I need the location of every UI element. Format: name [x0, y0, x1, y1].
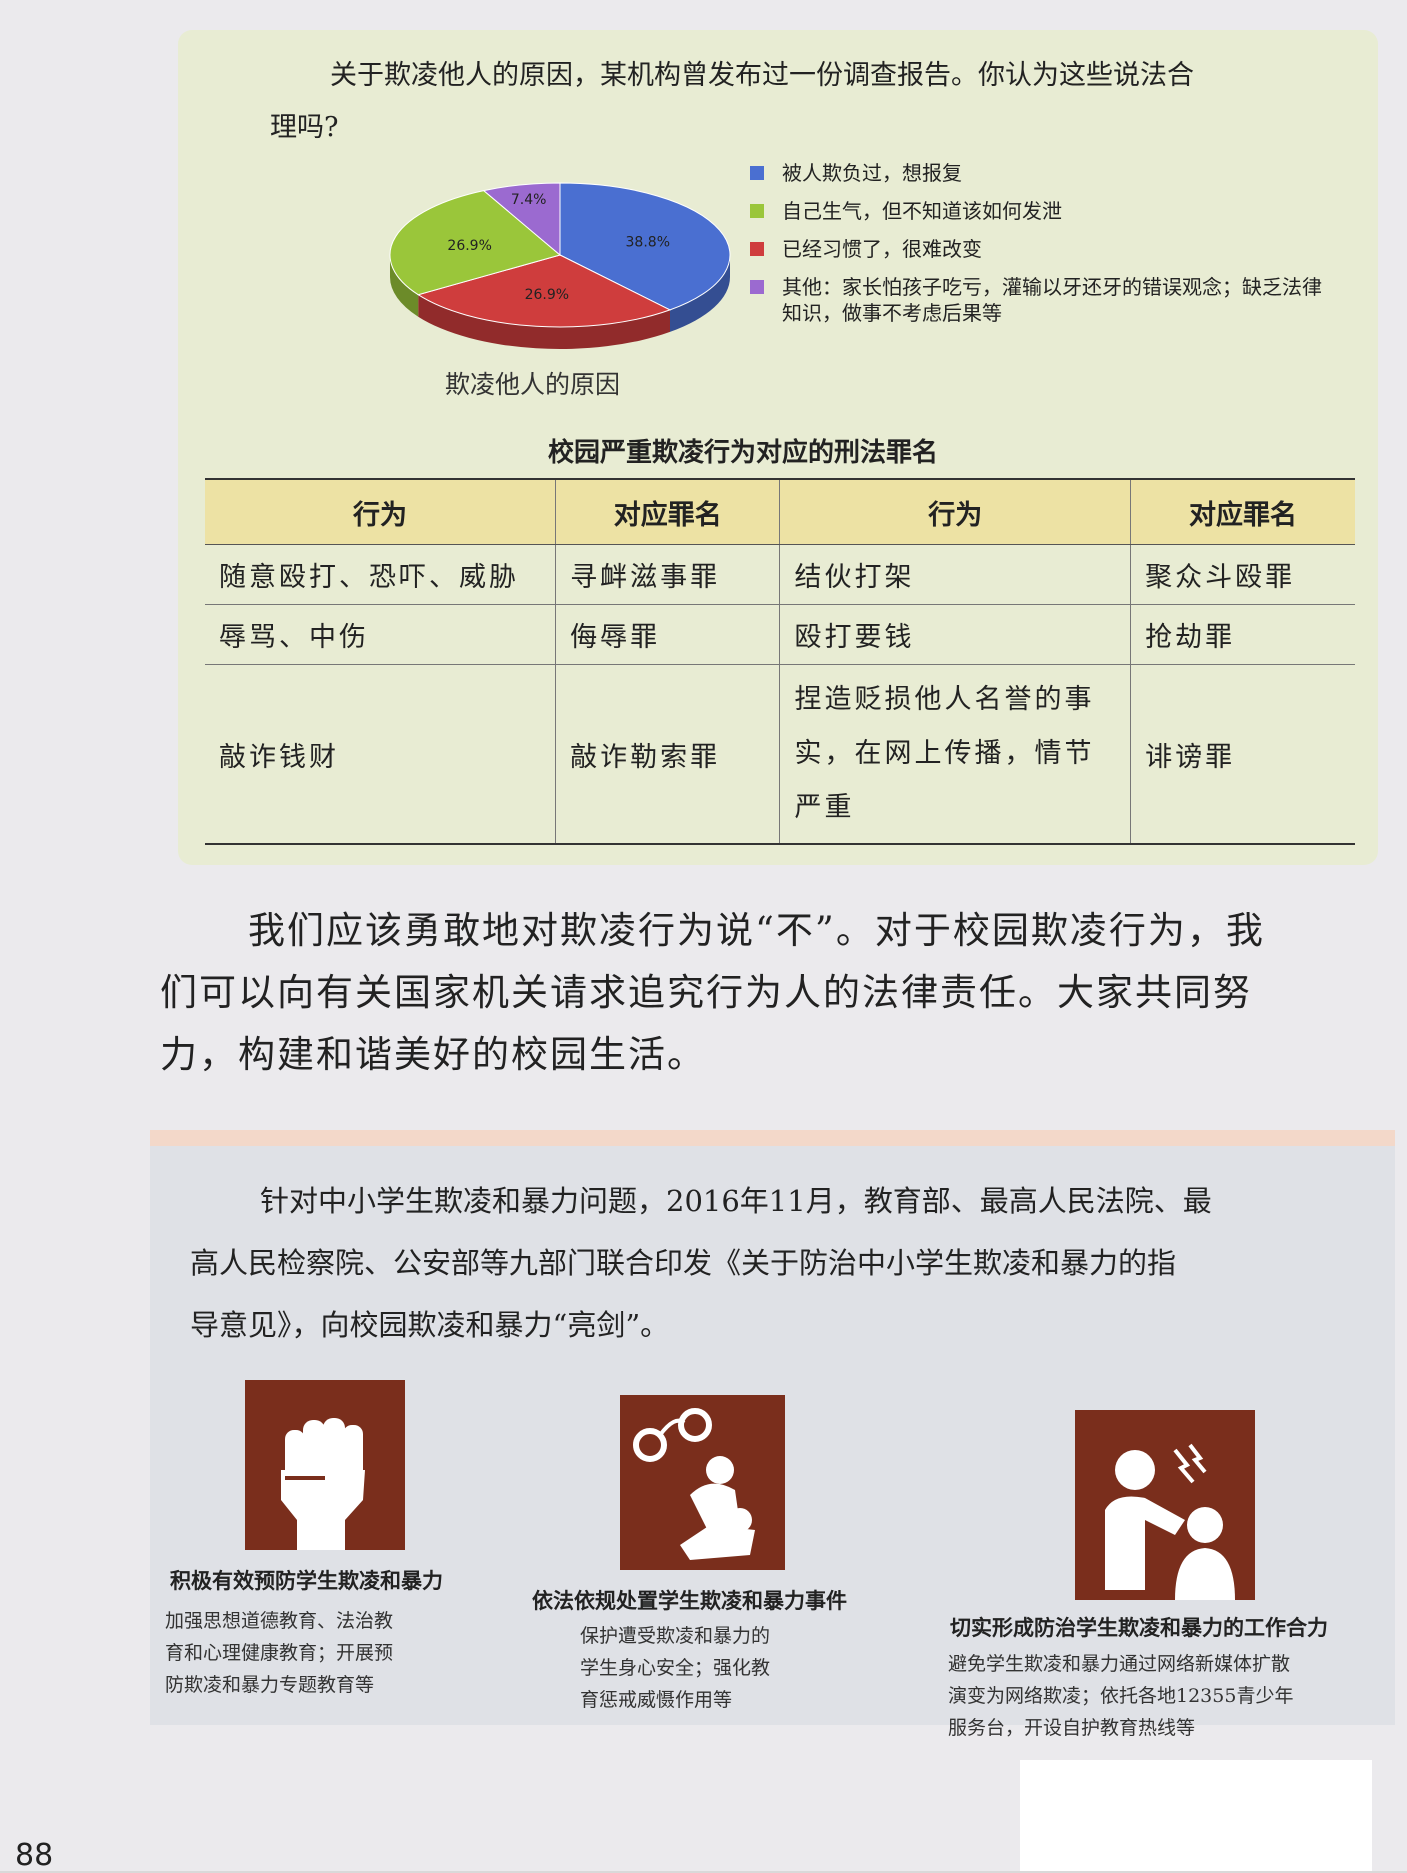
- pie-slice-label: 38.8%: [626, 234, 670, 250]
- policy-line-1: 针对中小学生欺凌和暴力问题，2016年11月，教育部、最高人民法院、最: [260, 1184, 1212, 1218]
- icon-1-title: 积极有效预防学生欺凌和暴力: [170, 1569, 443, 1593]
- pie-legend: 被人欺负过，想报复自己生气，但不知道该如何发泄 已经习惯了，很难改变其他：家长怕孩…: [750, 160, 1330, 338]
- header-crime-1: 对应罪名: [555, 478, 780, 545]
- table-cell: 殴打要钱: [779, 604, 1131, 665]
- icon-2-title: 依法依规处置学生欺凌和暴力事件: [532, 1589, 847, 1613]
- table-header-row: 行为 对应罪名 行为 对应罪名: [205, 478, 1355, 545]
- intro-line-2: 理吗?: [270, 112, 339, 143]
- policy-line-2: 高人民检察院、公安部等九部门联合印发《关于防治中小学生欺凌和暴力的指: [190, 1246, 1177, 1280]
- policy-line-3: 导意见》，向校园欺凌和暴力“亮剑”。: [190, 1308, 670, 1342]
- paragraph-line-3: 力，构建和谐美好的校园生活。: [160, 1033, 706, 1076]
- pie-slice-label: 26.9%: [525, 287, 569, 303]
- icon-1-desc-line: 育和心理健康教育；开展预: [165, 1642, 394, 1664]
- table-cell: 结伙打架: [779, 544, 1131, 605]
- legend-label: 被人欺负过，想报复: [782, 161, 962, 185]
- pie-slice-label: 7.4%: [511, 192, 547, 208]
- policy-box-bar: [150, 1130, 1395, 1146]
- raised-fist-icon: [245, 1380, 405, 1550]
- legend-swatch: [750, 242, 764, 256]
- table-cell: 辱骂、中伤: [205, 604, 556, 665]
- icon-1-desc-line: 加强思想道德教育、法治教: [165, 1610, 394, 1632]
- legend-label: 其他：家长怕孩子吃亏，灌输以牙还牙的错误观念；缺乏法律知识，做事不考虑后果等: [782, 275, 1322, 325]
- icon-3-desc-line: 避免学生欺凌和暴力通过网络新媒体扩散: [948, 1653, 1291, 1675]
- main-paragraph: 我们应该勇敢地对欺凌行为说“不”。对于校园欺凌行为，我 们可以向有关国家机关请求…: [160, 900, 1380, 1086]
- icon-2-desc-line: 学生身心安全；强化教: [580, 1657, 771, 1679]
- table-cell: 敲诈勒索罪: [555, 664, 780, 845]
- intro-line-1: 关于欺凌他人的原因，某机构曾发布过一份调查报告。你认为这些说法合: [330, 60, 1194, 91]
- icon-2-desc-line: 育惩戒威慑作用等: [580, 1689, 733, 1711]
- table-cell: 随意殴打、恐吓、威胁: [205, 544, 556, 605]
- legend-item: 其他：家长怕孩子吃亏，灌输以牙还牙的错误观念；缺乏法律知识，做事不考虑后果等: [750, 274, 1330, 326]
- protect-people-icon: [1075, 1410, 1255, 1600]
- icon-1-desc: 加强思想道德教育、法治教 育和心理健康教育；开展预 防欺凌和暴力专题教育等: [165, 1605, 393, 1701]
- icon-3-title: 切实形成防治学生欺凌和暴力的工作合力: [950, 1616, 1328, 1640]
- legend-swatch: [750, 166, 764, 180]
- table-cell: 聚众斗殴罪: [1130, 544, 1355, 605]
- legend-label: 自己生气，但不知道该如何发泄: [782, 199, 1062, 223]
- white-patch: [1020, 1760, 1372, 1871]
- pie-slice-label: 26.9%: [447, 238, 491, 254]
- table-row: 随意殴打、恐吓、威胁 寻衅滋事罪 结伙打架 聚众斗殴罪: [205, 544, 1355, 605]
- table-row: 辱骂、中伤 侮辱罪 殴打要钱 抢劫罪: [205, 604, 1355, 665]
- intro-text: 关于欺凌他人的原因，某机构曾发布过一份调查报告。你认为这些说法合 理吗?: [270, 50, 1310, 154]
- legend-item: 已经习惯了，很难改变: [750, 236, 1330, 262]
- textbook-page: 关于欺凌他人的原因，某机构曾发布过一份调查报告。你认为这些说法合 理吗? 38.…: [0, 0, 1407, 1873]
- icon-3-desc-line: 服务台，开设自护教育热线等: [948, 1717, 1196, 1739]
- legend-item: 被人欺负过，想报复: [750, 160, 1330, 186]
- icon-2-desc: 保护遭受欺凌和暴力的 学生身心安全；强化教 育惩戒威慑作用等: [580, 1620, 770, 1716]
- table-cell: 侮辱罪: [555, 604, 780, 665]
- table-title: 校园严重欺凌行为对应的刑法罪名: [548, 438, 939, 468]
- table-cell: 抢劫罪: [1130, 604, 1355, 665]
- legend-label: 已经习惯了，很难改变: [782, 237, 982, 261]
- page-number: 88: [15, 1838, 54, 1873]
- icon-2-desc-line: 保护遭受欺凌和暴力的: [580, 1625, 771, 1647]
- policy-text: 针对中小学生欺凌和暴力问题，2016年11月，教育部、最高人民法院、最 高人民检…: [190, 1170, 1370, 1356]
- pie-chart-title: 欺凌他人的原因: [445, 370, 621, 399]
- table-cell: 敲诈钱财: [205, 664, 556, 845]
- header-behavior-2: 行为: [779, 478, 1131, 545]
- crime-table: 行为 对应罪名 行为 对应罪名 随意殴打、恐吓、威胁 寻衅滋事罪 结伙打架 聚众…: [205, 478, 1355, 845]
- icon-1-desc-line: 防欺凌和暴力专题教育等: [165, 1674, 375, 1696]
- table-cell: 诽谤罪: [1130, 664, 1355, 845]
- legend-swatch: [750, 280, 764, 294]
- header-behavior-1: 行为: [205, 478, 556, 545]
- table-cell: 寻衅滋事罪: [555, 544, 780, 605]
- legend-swatch: [750, 204, 764, 218]
- icon-3-desc: 避免学生欺凌和暴力通过网络新媒体扩散 演变为网络欺凌；依托各地12355青少年 …: [948, 1648, 1293, 1744]
- table-cell: 捏造贬损他人名誉的事实，在网上传播，情节严重: [779, 664, 1131, 845]
- handcuffs-arrest-icon: [620, 1395, 785, 1570]
- icon-3-desc-line: 演变为网络欺凌；依托各地12355青少年: [948, 1685, 1294, 1707]
- paragraph-line-2: 们可以向有关国家机关请求追究行为人的法律责任。大家共同努: [160, 971, 1252, 1014]
- pie-chart: 38.8% 26.9% 26.9% 7.4%: [389, 182, 731, 349]
- header-crime-2: 对应罪名: [1130, 478, 1355, 545]
- paragraph-line-1: 我们应该勇敢地对欺凌行为说“不”。对于校园欺凌行为，我: [248, 909, 1265, 952]
- table-row: 敲诈钱财 敲诈勒索罪 捏造贬损他人名誉的事实，在网上传播，情节严重 诽谤罪: [205, 664, 1355, 845]
- legend-item: 自己生气，但不知道该如何发泄: [750, 198, 1330, 224]
